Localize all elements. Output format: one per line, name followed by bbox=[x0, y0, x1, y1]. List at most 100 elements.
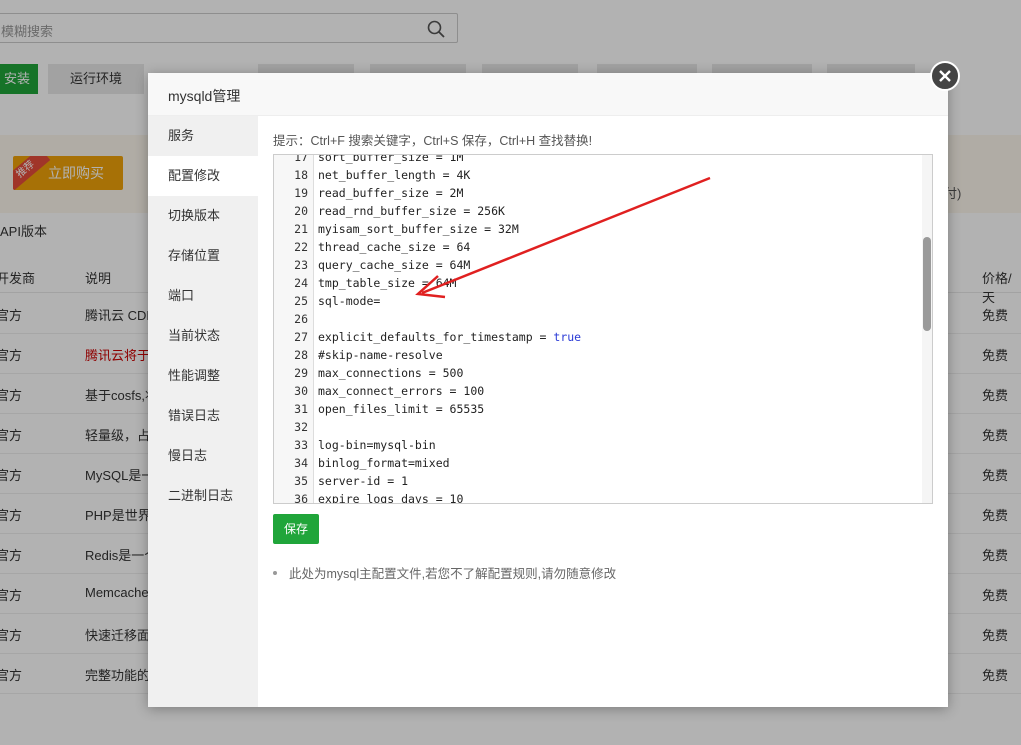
code-area[interactable]: 17 sort_buffer_size = 1M 18 net_buffer_leng… bbox=[274, 155, 922, 503]
sidebar-item-error-log[interactable]: 错误日志 bbox=[148, 396, 258, 436]
code-text-segment: tmp_table_size = 64M bbox=[318, 276, 457, 290]
code-text: read_buffer_size = 2M bbox=[318, 184, 463, 202]
code-text: sql-mode= bbox=[318, 292, 380, 310]
code-text: tmp_table_size = 64M bbox=[318, 274, 456, 292]
code-line[interactable]: 23 query_cache_size = 64M bbox=[274, 256, 922, 274]
code-text-segment: myisam_sort_buffer_size = 32M bbox=[318, 222, 519, 236]
code-text: server-id = 1 bbox=[318, 472, 408, 490]
code-line[interactable]: 25 sql-mode= bbox=[274, 292, 922, 310]
line-number: 25 bbox=[294, 294, 308, 308]
config-warning-note: 此处为mysql主配置文件,若您不了解配置规则,请勿随意修改 bbox=[273, 563, 616, 582]
line-number: 35 bbox=[294, 474, 308, 488]
code-line[interactable]: 24 tmp_table_size = 64M bbox=[274, 274, 922, 292]
close-icon bbox=[939, 70, 951, 82]
code-line[interactable]: 31 open_files_limit = 65535 bbox=[274, 400, 922, 418]
editor-scrollbar[interactable] bbox=[922, 155, 932, 503]
line-number: 31 bbox=[294, 402, 308, 416]
code-line[interactable]: 32 bbox=[274, 418, 922, 436]
sidebar-item-port[interactable]: 端口 bbox=[148, 276, 258, 316]
line-number: 17 bbox=[294, 154, 308, 164]
code-text-segment: max_connect_errors = 100 bbox=[318, 384, 485, 398]
sidebar-item-binlog[interactable]: 二进制日志 bbox=[148, 476, 258, 516]
line-number: 29 bbox=[294, 366, 308, 380]
code-line[interactable]: 18 net_buffer_length = 4K bbox=[274, 166, 922, 184]
code-text-segment: max_connections = 500 bbox=[318, 366, 464, 380]
code-text-segment: sql-mode= bbox=[318, 294, 381, 308]
code-text-segment: query_cache_size = 64M bbox=[318, 258, 471, 272]
code-line[interactable]: 36 expire_logs_days = 10 bbox=[274, 490, 922, 504]
line-number: 32 bbox=[294, 420, 308, 434]
line-number: 27 bbox=[294, 330, 308, 344]
code-line[interactable]: 33 log-bin=mysql-bin bbox=[274, 436, 922, 454]
code-text-segment: log-bin=mysql-bin bbox=[318, 438, 436, 452]
line-number: 36 bbox=[294, 492, 308, 504]
code-line[interactable]: 27 explicit_defaults_for_timestamp = true bbox=[274, 328, 922, 346]
sidebar-item-slow-log[interactable]: 慢日志 bbox=[148, 436, 258, 476]
code-text-segment: read_rnd_buffer_size = 256K bbox=[318, 204, 505, 218]
code-text: #skip-name-resolve bbox=[318, 346, 443, 364]
save-button[interactable]: 保存 bbox=[273, 514, 319, 544]
line-number: 22 bbox=[294, 240, 308, 254]
config-editor[interactable]: 17 sort_buffer_size = 1M 18 net_buffer_leng… bbox=[273, 154, 933, 504]
line-number: 34 bbox=[294, 456, 308, 470]
code-text: expire_logs_days = 10 bbox=[318, 490, 464, 504]
code-line[interactable]: 28 #skip-name-resolve bbox=[274, 346, 922, 364]
code-text-segment: #skip-name-resolve bbox=[318, 348, 443, 362]
code-line[interactable]: 29 max_connections = 500 bbox=[274, 364, 922, 382]
code-text: thread_cache_size = 64 bbox=[318, 238, 470, 256]
code-line[interactable]: 17 sort_buffer_size = 1M bbox=[274, 154, 922, 166]
code-text-segment: open_files_limit = 65535 bbox=[318, 402, 485, 416]
code-text-segment: explicit_defaults_for_timestamp = bbox=[318, 330, 554, 344]
sidebar-item-status[interactable]: 当前状态 bbox=[148, 316, 258, 356]
line-number: 19 bbox=[294, 186, 308, 200]
line-number: 28 bbox=[294, 348, 308, 362]
code-text: max_connections = 500 bbox=[318, 364, 463, 382]
code-text: explicit_defaults_for_timestamp = true bbox=[318, 328, 581, 346]
code-line[interactable]: 26 bbox=[274, 310, 922, 328]
code-text: read_rnd_buffer_size = 256K bbox=[318, 202, 505, 220]
line-number: 26 bbox=[294, 312, 308, 326]
dialog-title: mysqld管理 bbox=[168, 88, 241, 104]
code-text: sort_buffer_size = 1M bbox=[318, 154, 464, 166]
line-number: 33 bbox=[294, 438, 308, 452]
line-number: 21 bbox=[294, 222, 308, 236]
line-number: 30 bbox=[294, 384, 308, 398]
line-number: 18 bbox=[294, 168, 308, 182]
code-line[interactable]: 21 myisam_sort_buffer_size = 32M bbox=[274, 220, 922, 238]
mysqld-dialog: mysqld管理 服务 配置修改 切换版本 存储位置 端口 当前状态 性能调整 … bbox=[148, 73, 948, 707]
line-number: 20 bbox=[294, 204, 308, 218]
code-keyword: true bbox=[553, 330, 582, 344]
sidebar-item-config[interactable]: 配置修改 bbox=[148, 156, 258, 196]
code-text-segment: read_buffer_size = 2M bbox=[318, 186, 464, 200]
scrollbar-thumb[interactable] bbox=[923, 237, 931, 331]
code-line[interactable]: 34 binlog_format=mixed bbox=[274, 454, 922, 472]
code-text-segment: server-id = 1 bbox=[318, 474, 409, 488]
dialog-header: mysqld管理 bbox=[148, 73, 948, 116]
code-text: log-bin=mysql-bin bbox=[318, 436, 436, 454]
line-number: 24 bbox=[294, 276, 308, 290]
note-text: 此处为mysql主配置文件,若您不了解配置规则,请勿随意修改 bbox=[289, 567, 617, 581]
code-line[interactable]: 20 read_rnd_buffer_size = 256K bbox=[274, 202, 922, 220]
code-line[interactable]: 22 thread_cache_size = 64 bbox=[274, 238, 922, 256]
sidebar-item-service[interactable]: 服务 bbox=[148, 116, 258, 156]
code-text: query_cache_size = 64M bbox=[318, 256, 470, 274]
code-text: max_connect_errors = 100 bbox=[318, 382, 484, 400]
code-line[interactable]: 19 read_buffer_size = 2M bbox=[274, 184, 922, 202]
code-line[interactable]: 30 max_connect_errors = 100 bbox=[274, 382, 922, 400]
code-text-segment: binlog_format=mixed bbox=[318, 456, 450, 470]
sidebar-item-performance[interactable]: 性能调整 bbox=[148, 356, 258, 396]
editor-hint: 提示：Ctrl+F 搜索关键字，Ctrl+S 保存，Ctrl+H 查找替换! bbox=[273, 134, 593, 148]
code-text-segment: expire_logs_days = 10 bbox=[318, 492, 464, 504]
code-text: myisam_sort_buffer_size = 32M bbox=[318, 220, 519, 238]
sidebar-item-switch-version[interactable]: 切换版本 bbox=[148, 196, 258, 236]
code-text-segment: sort_buffer_size = 1M bbox=[318, 154, 464, 164]
code-line[interactable]: 35 server-id = 1 bbox=[274, 472, 922, 490]
bullet-icon bbox=[273, 570, 277, 575]
dialog-sidebar: 服务 配置修改 切换版本 存储位置 端口 当前状态 性能调整 错误日志 慢日志 … bbox=[148, 116, 258, 707]
code-text: net_buffer_length = 4K bbox=[318, 166, 470, 184]
code-text-segment: net_buffer_length = 4K bbox=[318, 168, 471, 182]
code-text: open_files_limit = 65535 bbox=[318, 400, 484, 418]
close-dialog-button[interactable] bbox=[930, 61, 960, 91]
sidebar-item-storage[interactable]: 存储位置 bbox=[148, 236, 258, 276]
line-number: 23 bbox=[294, 258, 308, 272]
